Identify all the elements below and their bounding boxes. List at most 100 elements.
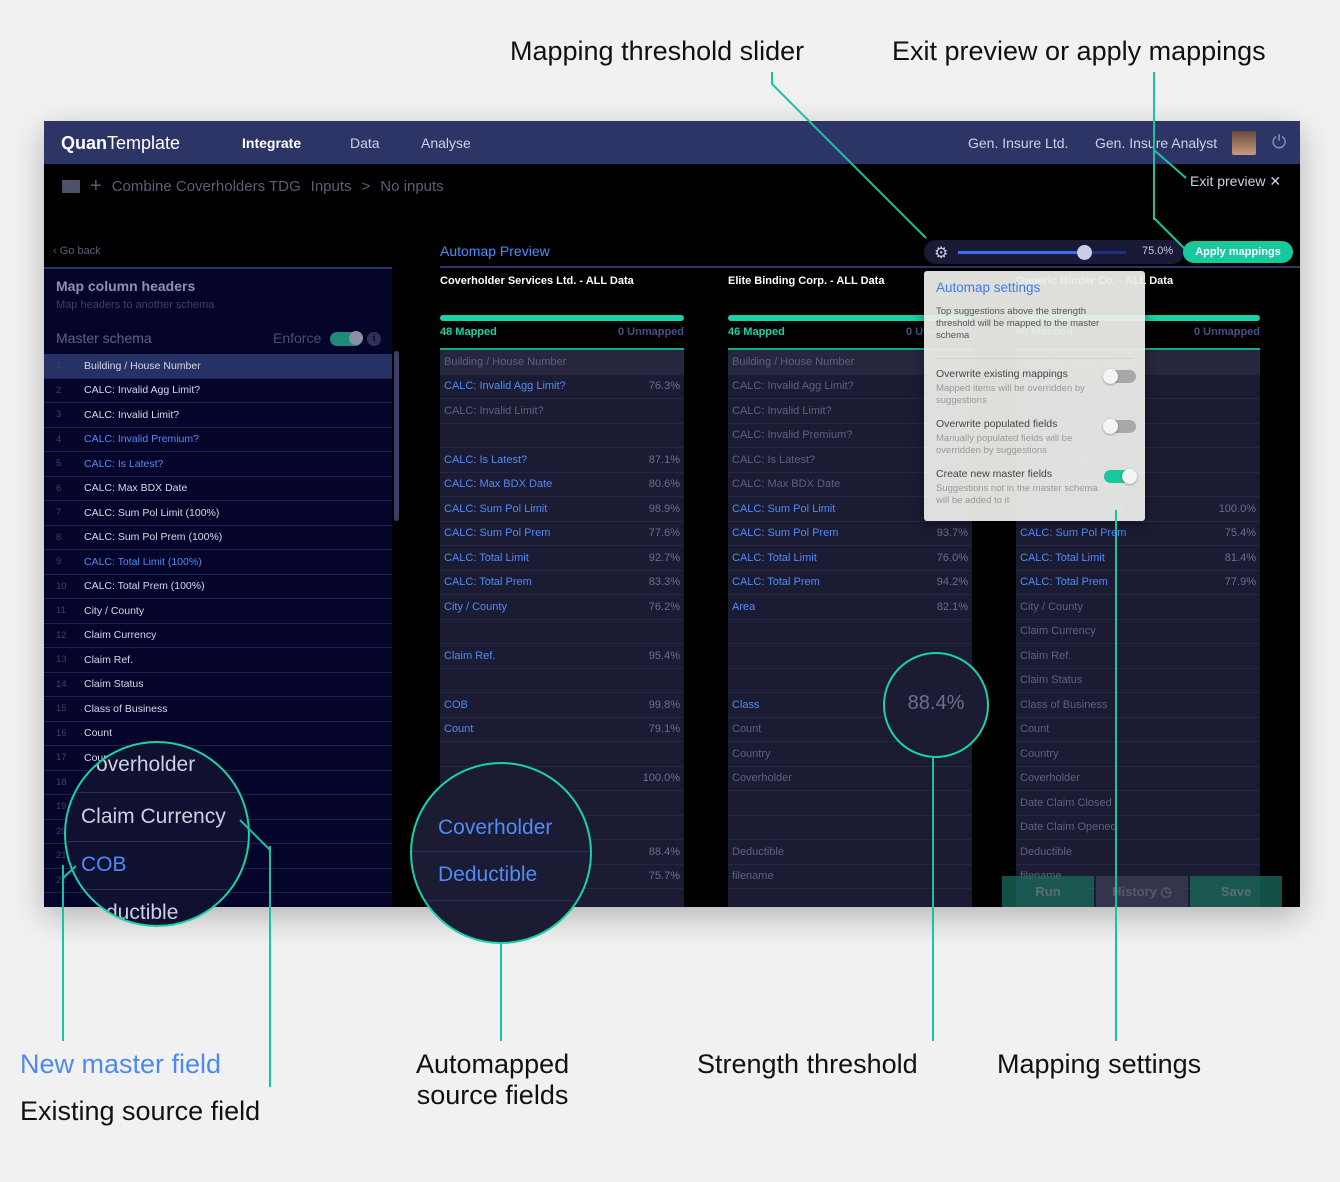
- source-row[interactable]: CALC: Total Limit 92.7%: [440, 546, 684, 571]
- user-name[interactable]: Gen. Insure Analyst: [1095, 135, 1217, 151]
- option-toggle[interactable]: [1103, 369, 1136, 384]
- plus-icon[interactable]: +: [90, 175, 102, 198]
- source-row[interactable]: Deductible: [1016, 840, 1260, 865]
- source-row[interactable]: CALC: Total Prem 83.3%: [440, 571, 684, 595]
- source-row[interactable]: Building / House Number: [440, 350, 684, 375]
- source-row[interactable]: [440, 669, 684, 693]
- source-row[interactable]: City / County: [1016, 595, 1260, 620]
- source-row[interactable]: City / County 76.2%: [440, 595, 684, 620]
- mapped-count[interactable]: 48 Mapped: [440, 326, 497, 338]
- source-row[interactable]: CALC: Total Limit 76.0%: [728, 546, 972, 571]
- run-button[interactable]: Run: [1002, 876, 1094, 907]
- source-field-label: Claim Status: [1020, 674, 1083, 687]
- sidebar-subtitle: Map headers to another schema: [56, 299, 215, 311]
- master-schema-row[interactable]: 5 CALC: Is Latest?: [44, 452, 392, 477]
- nav-data[interactable]: Data: [350, 135, 380, 151]
- match-strength: 100.0%: [1218, 502, 1256, 515]
- source-row[interactable]: [728, 791, 972, 816]
- master-schema-row[interactable]: 15 Class of Business: [44, 697, 392, 722]
- source-row[interactable]: Date Claim Opened: [1016, 816, 1260, 840]
- source-row[interactable]: Claim Ref.: [1016, 644, 1260, 669]
- source-row[interactable]: CALC: Is Latest? 87.1%: [440, 448, 684, 473]
- master-schema-row[interactable]: 9 CALC: Total Limit (100%): [44, 550, 392, 575]
- source-row[interactable]: filename: [728, 865, 972, 889]
- source-row[interactable]: Class of Business: [1016, 693, 1260, 718]
- threshold-slider[interactable]: ⚙ 75.0%: [924, 240, 1184, 264]
- master-schema-row[interactable]: 14 Claim Status: [44, 673, 392, 697]
- master-schema-row[interactable]: 16 Count: [44, 722, 392, 746]
- master-schema-row[interactable]: 11 City / County: [44, 599, 392, 624]
- source-row[interactable]: Claim Ref. 95.4%: [440, 644, 684, 669]
- master-schema-row[interactable]: 10 CALC: Total Prem (100%): [44, 575, 392, 599]
- source-row[interactable]: [440, 742, 684, 767]
- master-schema-row[interactable]: 12 Claim Currency: [44, 624, 392, 648]
- source-row[interactable]: [440, 620, 684, 644]
- folder-icon[interactable]: [62, 180, 80, 193]
- source-row[interactable]: CALC: Invalid Limit?: [440, 399, 684, 424]
- sidebar-scrollbar[interactable]: [394, 351, 399, 521]
- source-field-label: CALC: Max BDX Date: [444, 478, 553, 491]
- source-row[interactable]: Area 82.1%: [728, 595, 972, 620]
- source-row[interactable]: CALC: Total Prem 77.9%: [1016, 571, 1260, 595]
- automap-settings-popover: Automap settings Top suggestions above t…: [924, 271, 1145, 521]
- column-title: Coverholder Services Ltd. - ALL Data: [440, 275, 634, 287]
- source-row[interactable]: Claim Currency: [1016, 620, 1260, 644]
- source-row[interactable]: Coverholder: [728, 767, 972, 791]
- source-row[interactable]: Coverholder: [1016, 767, 1260, 791]
- unmapped-count[interactable]: 0 Unmapped: [618, 326, 684, 338]
- settings-option: Overwrite existing mappings Mapped items …: [936, 368, 1136, 407]
- source-row[interactable]: Deductible: [728, 840, 972, 865]
- avatar[interactable]: [1232, 131, 1256, 155]
- source-row[interactable]: CALC: Total Limit 81.4%: [1016, 546, 1260, 571]
- history-button[interactable]: History ◷: [1096, 876, 1188, 907]
- source-row[interactable]: Claim Status: [1016, 669, 1260, 693]
- nav-analyse[interactable]: Analyse: [421, 135, 471, 151]
- master-schema-row[interactable]: 7 CALC: Sum Pol Limit (100%): [44, 501, 392, 526]
- master-schema-row[interactable]: 3 CALC: Invalid Limit?: [44, 403, 392, 428]
- unmapped-count[interactable]: 0 Unmapped: [1194, 326, 1260, 338]
- source-row[interactable]: Count: [1016, 718, 1260, 742]
- source-row[interactable]: CALC: Sum Pol Prem 75.4%: [1016, 522, 1260, 546]
- breadcrumb-inputs[interactable]: Inputs: [311, 178, 352, 195]
- source-field-label: Date Claim Opened: [1020, 821, 1117, 834]
- gear-icon[interactable]: ⚙: [934, 243, 948, 263]
- row-label: CALC: Max BDX Date: [84, 482, 188, 495]
- apply-mappings-button[interactable]: Apply mappings: [1183, 241, 1293, 263]
- source-row[interactable]: CALC: Max BDX Date 80.6%: [440, 473, 684, 497]
- master-schema-row[interactable]: 6 CALC: Max BDX Date: [44, 477, 392, 501]
- master-schema-row[interactable]: 2 CALC: Invalid Agg Limit?: [44, 379, 392, 403]
- mapped-count[interactable]: 46 Mapped: [728, 326, 785, 338]
- option-toggle[interactable]: [1104, 469, 1137, 484]
- company-name[interactable]: Gen. Insure Ltd.: [968, 135, 1068, 151]
- source-row[interactable]: Count 79.1%: [440, 718, 684, 742]
- source-row[interactable]: CALC: Sum Pol Prem 93.7%: [728, 522, 972, 546]
- enforce-toggle[interactable]: [330, 331, 363, 346]
- power-icon[interactable]: ⏻: [1272, 132, 1292, 152]
- master-schema-row[interactable]: 1 Building / House Number: [44, 354, 392, 379]
- source-row[interactable]: CALC: Sum Pol Prem 77.6%: [440, 522, 684, 546]
- nav-integrate[interactable]: Integrate: [242, 135, 301, 151]
- source-row[interactable]: [728, 620, 972, 644]
- source-row[interactable]: CALC: Total Prem 94.2%: [728, 571, 972, 595]
- source-field-label: Deductible: [732, 845, 784, 858]
- slider-track[interactable]: [958, 245, 1126, 260]
- master-schema-row[interactable]: 8 CALC: Sum Pol Prem (100%): [44, 526, 392, 550]
- option-description: Manually populated fields will be overri…: [936, 433, 1073, 456]
- master-schema-row[interactable]: 4 CALC: Invalid Premium?: [44, 428, 392, 452]
- master-schema-row[interactable]: 13 Claim Ref.: [44, 648, 392, 673]
- go-back-link[interactable]: ‹ Go back: [53, 245, 101, 257]
- source-row[interactable]: Date Claim Closed: [1016, 791, 1260, 816]
- save-button[interactable]: Save: [1190, 876, 1282, 907]
- source-row[interactable]: [440, 424, 684, 448]
- info-icon[interactable]: i: [367, 332, 381, 346]
- source-row[interactable]: COB 99.8%: [440, 693, 684, 718]
- option-toggle[interactable]: [1103, 419, 1136, 434]
- source-row[interactable]: [728, 816, 972, 840]
- source-row[interactable]: CALC: Invalid Agg Limit? 76.3%: [440, 375, 684, 399]
- source-row[interactable]: Country: [1016, 742, 1260, 767]
- slider-handle[interactable]: [1077, 245, 1092, 260]
- exit-preview-button[interactable]: Exit preview ✕: [1190, 173, 1281, 190]
- row-number: 11: [56, 605, 66, 617]
- match-strength: 99.8%: [648, 698, 680, 711]
- source-row[interactable]: CALC: Sum Pol Limit 98.9%: [440, 497, 684, 522]
